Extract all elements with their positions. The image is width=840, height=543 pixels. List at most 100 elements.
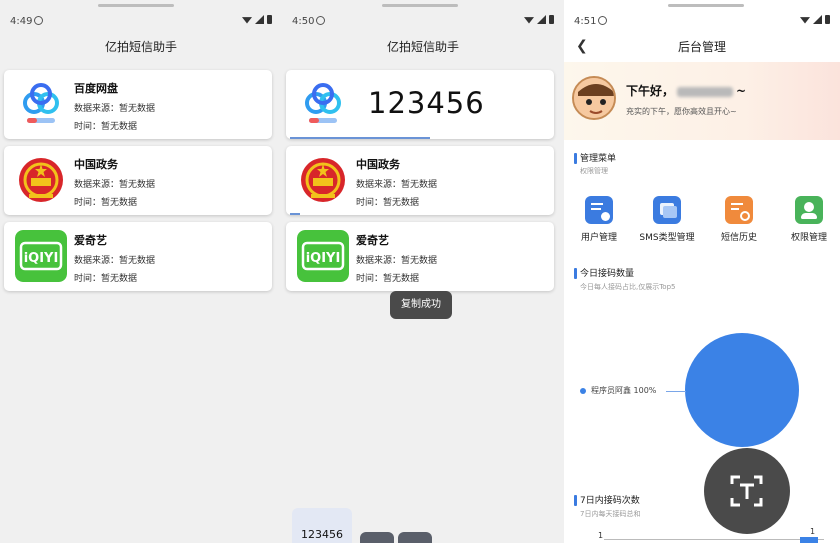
card-app-name: 爱奇艺 <box>356 234 389 247</box>
greeting-prefix: 下午好， <box>626 84 675 98</box>
blurred-username <box>677 86 734 97</box>
system-icons <box>800 15 830 24</box>
menu-label: SMS类型管理 <box>639 233 695 243</box>
menu-sms-type[interactable]: SMS类型管理 <box>632 196 702 243</box>
signal-icon <box>255 15 264 24</box>
bar-axis-line <box>604 539 824 540</box>
status-time: 4:49 <box>10 16 33 27</box>
national-emblem-icon <box>19 158 63 202</box>
battery-icon <box>825 15 830 24</box>
card-source: 数据来源：暂无数据 <box>74 256 156 266</box>
copy-success-toast: 复制成功 <box>390 291 452 319</box>
greeting-text: 下午好， ~ <box>626 82 746 99</box>
sms-card-gov[interactable]: 中国政务 数据来源：暂无数据 时间：暂无数据 <box>4 146 272 215</box>
card-time: 时间：暂无数据 <box>356 274 420 284</box>
status-bar: 4:51 <box>564 14 840 30</box>
iqiyi-logo-icon: iQIYI <box>15 230 67 282</box>
cartoon-avatar-icon <box>574 78 614 118</box>
copy-progress-bar <box>290 137 430 139</box>
card-time: 时间：暂无数据 <box>74 198 138 208</box>
menu-section-subtitle: 权限管理 <box>580 167 608 175</box>
signal-icon <box>537 15 546 24</box>
svg-text:iQIYI: iQIYI <box>24 251 59 266</box>
page-title: 后台管理 <box>677 40 726 54</box>
system-icons <box>242 15 272 24</box>
card-progress-bar <box>290 213 300 215</box>
iqiyi-logo-icon: iQIYI <box>297 230 349 282</box>
wifi-icon <box>800 17 810 24</box>
pie-legend-dot <box>580 388 586 394</box>
card-app-name: 爱奇艺 <box>74 234 107 247</box>
verification-code[interactable]: 123456 <box>368 86 485 120</box>
floating-widget-right[interactable] <box>398 532 432 543</box>
pie-slice-label: 程序员阿鑫 100% <box>591 386 657 395</box>
card-source: 数据来源：暂无数据 <box>356 180 438 190</box>
menu-section-title: 管理菜单 <box>580 154 617 164</box>
screen-sms-list: 4:49 亿拍短信助手 百度网盘 数据来源：暂无数据 时间：暂无数据 中国政务 … <box>0 0 282 543</box>
section-marker <box>574 153 577 164</box>
notch-line <box>98 4 174 7</box>
menu-label: 权限管理 <box>790 233 827 243</box>
status-bar: 4:49 <box>0 14 282 30</box>
bar-axis-tick-right: 1 <box>810 527 816 536</box>
card-source: 数据来源：暂无数据 <box>356 256 438 266</box>
card-app-name: 百度网盘 <box>74 82 118 95</box>
today-section-subtitle: 今日每人接码占比,仅展示Top5 <box>580 283 676 291</box>
notification-icon <box>34 16 43 25</box>
notification-icon <box>598 16 607 25</box>
battery-icon <box>549 15 554 24</box>
sms-type-icon <box>653 196 681 224</box>
avatar[interactable] <box>572 76 616 120</box>
national-emblem-icon <box>301 158 345 202</box>
menu-permission[interactable]: 权限管理 <box>774 196 840 243</box>
floating-code-preview[interactable]: 123456 <box>292 508 352 543</box>
today-section-title: 今日接码数量 <box>580 269 635 279</box>
notch-line <box>382 4 458 7</box>
baidu-netdisk-logo-icon <box>297 78 349 130</box>
notification-icon <box>316 16 325 25</box>
notch-line <box>668 4 744 7</box>
menu-sms-history[interactable]: 短信历史 <box>704 196 774 243</box>
svg-text:iQIYI: iQIYI <box>306 251 341 266</box>
card-time: 时间：暂无数据 <box>74 274 138 284</box>
section-marker <box>574 495 577 506</box>
baidu-netdisk-logo-icon <box>15 78 67 130</box>
greeting-suffix: ~ <box>736 84 747 98</box>
text-scan-icon <box>730 475 763 507</box>
card-time: 时间：暂无数据 <box>74 122 138 132</box>
section-marker <box>574 268 577 279</box>
page-title: 亿拍短信助手 <box>386 40 459 54</box>
card-app-name: 中国政务 <box>356 158 400 171</box>
sms-card-iqiyi[interactable]: iQIYI 爱奇艺 数据来源：暂无数据 时间：暂无数据 <box>4 222 272 291</box>
greeting-subtitle: 充实的下午，愿你高效且开心~ <box>626 107 737 116</box>
card-time: 时间：暂无数据 <box>356 198 420 208</box>
scan-text-fab[interactable] <box>704 448 790 534</box>
battery-icon <box>267 15 272 24</box>
sms-card-baidu-code[interactable]: 123456 <box>286 70 554 139</box>
sms-card-baidu[interactable]: 百度网盘 数据来源：暂无数据 时间：暂无数据 <box>4 70 272 139</box>
sms-history-icon <box>725 196 753 224</box>
wifi-icon <box>524 17 534 24</box>
week-section-title: 7日内接码次数 <box>580 496 640 506</box>
status-time: 4:51 <box>574 16 597 27</box>
greeting-banner: 下午好， ~ 充实的下午，愿你高效且开心~ <box>564 62 840 140</box>
sms-card-gov[interactable]: 中国政务 数据来源：暂无数据 时间：暂无数据 <box>286 146 554 215</box>
menu-user-manage[interactable]: 用户管理 <box>564 196 634 243</box>
page-title: 亿拍短信助手 <box>104 40 177 54</box>
pie-slice[interactable] <box>685 333 799 447</box>
week-section-subtitle: 7日内每天接码总和 <box>580 510 641 518</box>
permission-icon <box>795 196 823 224</box>
floating-widget-left[interactable] <box>360 532 394 543</box>
wifi-icon <box>242 17 252 24</box>
today-pie-chart <box>685 333 799 447</box>
system-icons <box>524 15 554 24</box>
card-app-name: 中国政务 <box>74 158 118 171</box>
signal-icon <box>813 15 822 24</box>
card-source: 数据来源：暂无数据 <box>74 104 156 114</box>
sms-card-iqiyi[interactable]: iQIYI 爱奇艺 数据来源：暂无数据 时间：暂无数据 <box>286 222 554 291</box>
card-source: 数据来源：暂无数据 <box>74 180 156 190</box>
bar-chart-bar[interactable] <box>800 537 818 543</box>
screen-sms-copied: 4:50 亿拍短信助手 123456 中国政务 数据来源：暂无数据 时间：暂无数… <box>282 0 564 543</box>
screen-admin: 4:51 ❮ 后台管理 下午好， ~ 充实的下午，愿你高效且开心~ 管理菜单 权限… <box>564 0 840 543</box>
pie-leader-line <box>666 391 686 392</box>
